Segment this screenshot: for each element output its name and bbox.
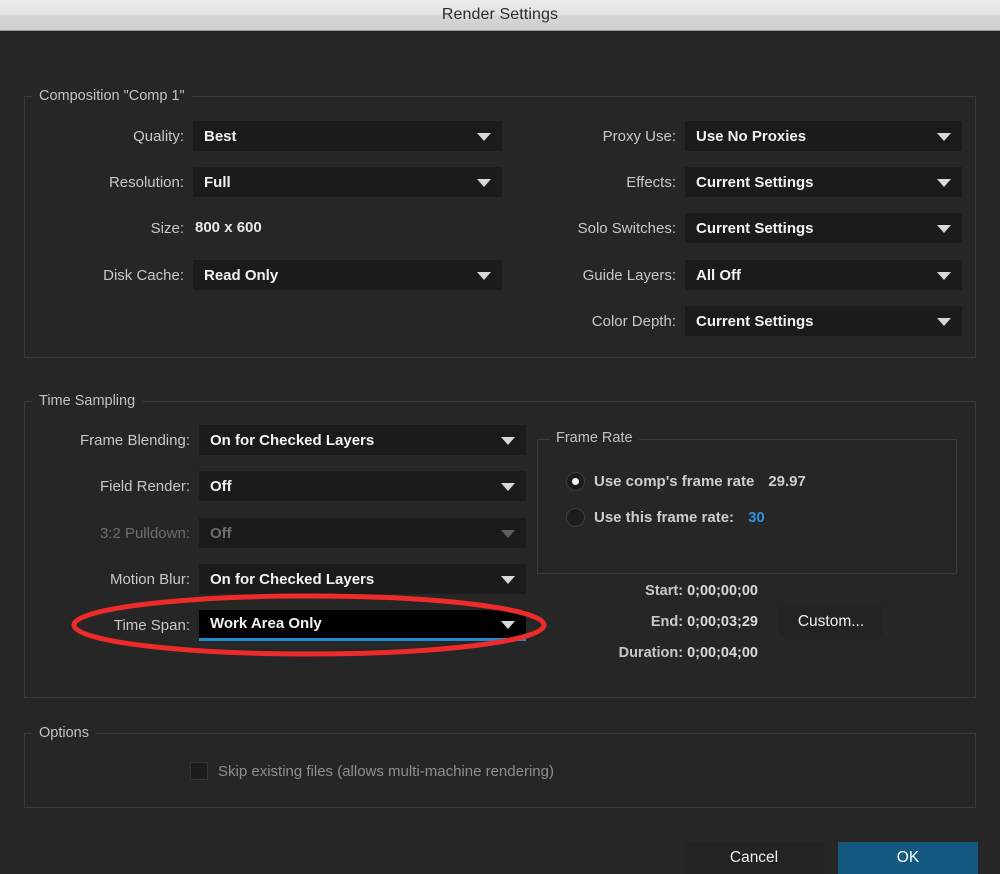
effects-dropdown[interactable]: Current Settings — [685, 167, 962, 197]
chevron-down-icon — [937, 179, 951, 187]
time-span-dropdown[interactable]: Work Area Only — [199, 609, 526, 641]
guide-layers-label: Guide Layers: — [582, 266, 676, 284]
chevron-down-icon — [501, 483, 515, 491]
guide-layers-value: All Off — [696, 266, 741, 284]
row-field-render: Field Render: Off — [38, 471, 526, 501]
duration-value: 0;00;04;00 — [687, 645, 758, 661]
motion-blur-dropdown[interactable]: On for Checked Layers — [199, 564, 526, 594]
row-color-depth: Color Depth: Current Settings — [508, 306, 962, 336]
skip-existing-files-label: Skip existing files (allows multi-machin… — [218, 762, 554, 780]
solo-switches-value: Current Settings — [696, 219, 814, 237]
pulldown-dropdown: Off — [199, 518, 526, 548]
end-label: End: — [650, 614, 684, 630]
frame-blending-label: Frame Blending: — [79, 431, 190, 449]
row-guide-layers: Guide Layers: All Off — [508, 260, 962, 290]
end-value: 0;00;03;29 — [687, 614, 758, 630]
use-comps-frame-rate-label: Use comp's frame rate — [594, 473, 755, 490]
resolution-dropdown[interactable]: Full — [193, 167, 502, 197]
composition-group-legend: Composition "Comp 1" — [39, 88, 185, 104]
row-time-span: Time Span: Work Area Only — [38, 609, 526, 641]
comp-frame-rate-value: 29.97 — [768, 473, 806, 490]
disk-cache-dropdown[interactable]: Read Only — [193, 260, 502, 290]
effects-label: Effects: — [626, 173, 676, 191]
start-time-row: Start: 0;00;00;00 — [548, 583, 758, 599]
frame-rate-group-legend: Frame Rate — [550, 430, 639, 446]
duration-time-row: Duration: 0;00;04;00 — [548, 645, 758, 661]
chevron-down-icon — [501, 530, 515, 538]
proxy-use-value: Use No Proxies — [696, 127, 807, 145]
frame-blending-dropdown[interactable]: On for Checked Layers — [199, 425, 526, 455]
chevron-down-icon — [937, 133, 951, 141]
proxy-use-label: Proxy Use: — [602, 127, 676, 145]
row-pulldown: 3:2 Pulldown: Off — [38, 518, 526, 548]
chevron-down-icon — [477, 272, 491, 280]
end-time-row: End: 0;00;03;29 — [548, 614, 758, 630]
quality-dropdown[interactable]: Best — [193, 121, 502, 151]
checkbox-icon-unchecked — [190, 762, 208, 780]
chevron-down-icon — [477, 133, 491, 141]
motion-blur-label: Motion Blur: — [109, 570, 190, 588]
window-title: Render Settings — [441, 6, 559, 23]
ok-button[interactable]: OK — [838, 842, 978, 874]
guide-layers-dropdown[interactable]: All Off — [685, 260, 962, 290]
field-render-dropdown[interactable]: Off — [199, 471, 526, 501]
proxy-use-dropdown[interactable]: Use No Proxies — [685, 121, 962, 151]
custom-frame-rate-value[interactable]: 30 — [748, 509, 765, 526]
custom-button[interactable]: Custom... — [779, 607, 883, 637]
quality-label: Quality: — [133, 127, 184, 145]
render-settings-dialog: Composition "Comp 1" Quality: Best Resol… — [0, 31, 1000, 874]
chevron-down-icon — [937, 318, 951, 326]
time-span-value: Work Area Only — [210, 615, 322, 632]
color-depth-value: Current Settings — [696, 312, 814, 330]
radio-icon-unselected — [566, 508, 585, 527]
skip-existing-files-checkbox-row: Skip existing files (allows multi-machin… — [190, 762, 554, 780]
chevron-down-icon — [501, 620, 515, 629]
use-this-frame-rate-label: Use this frame rate: — [594, 509, 735, 526]
time-span-label: Time Span: — [113, 616, 190, 634]
pulldown-label: 3:2 Pulldown: — [99, 524, 190, 542]
resolution-value: Full — [204, 173, 231, 191]
options-group-legend: Options — [39, 725, 89, 741]
row-frame-blending: Frame Blending: On for Checked Layers — [38, 425, 526, 455]
frame-blending-value: On for Checked Layers — [210, 431, 375, 449]
chevron-down-icon — [937, 225, 951, 233]
row-quality: Quality: Best — [60, 121, 502, 151]
size-label: Size: — [150, 219, 184, 237]
start-label: Start: — [645, 583, 684, 599]
quality-value: Best — [204, 127, 237, 145]
color-depth-label: Color Depth: — [591, 312, 676, 330]
size-value: 800 x 600 — [195, 219, 262, 236]
radio-icon-selected — [566, 472, 585, 491]
chevron-down-icon — [501, 576, 515, 584]
field-render-label: Field Render: — [99, 477, 190, 495]
duration-label: Duration: — [618, 645, 684, 661]
radio-use-this-frame-rate[interactable]: Use this frame rate: 30 — [566, 508, 765, 527]
row-disk-cache: Disk Cache: Read Only — [60, 260, 502, 290]
cancel-button[interactable]: Cancel — [684, 842, 824, 874]
frame-rate-group: Frame Rate Use comp's frame rate 29.97 U… — [537, 430, 957, 574]
row-resolution: Resolution: Full — [60, 167, 502, 197]
effects-value: Current Settings — [696, 173, 814, 191]
row-motion-blur: Motion Blur: On for Checked Layers — [38, 564, 526, 594]
row-size: Size: 800 x 600 — [60, 213, 262, 243]
start-value: 0;00;00;00 — [687, 583, 758, 599]
solo-switches-dropdown[interactable]: Current Settings — [685, 213, 962, 243]
resolution-label: Resolution: — [108, 173, 184, 191]
field-render-value: Off — [210, 477, 232, 495]
row-effects: Effects: Current Settings — [508, 167, 962, 197]
color-depth-dropdown[interactable]: Current Settings — [685, 306, 962, 336]
solo-switches-label: Solo Switches: — [577, 219, 676, 237]
time-sampling-group-legend: Time Sampling — [39, 393, 136, 409]
chevron-down-icon — [937, 272, 951, 280]
chevron-down-icon — [477, 179, 491, 187]
disk-cache-value: Read Only — [204, 266, 279, 284]
chevron-down-icon — [501, 437, 515, 445]
title-bar: Render Settings — [0, 0, 1000, 31]
disk-cache-label: Disk Cache: — [103, 266, 184, 284]
radio-use-comps-frame-rate[interactable]: Use comp's frame rate 29.97 — [566, 472, 806, 491]
motion-blur-value: On for Checked Layers — [210, 570, 375, 588]
row-solo-switches: Solo Switches: Current Settings — [508, 213, 962, 243]
pulldown-value: Off — [210, 524, 232, 542]
row-proxy-use: Proxy Use: Use No Proxies — [508, 121, 962, 151]
